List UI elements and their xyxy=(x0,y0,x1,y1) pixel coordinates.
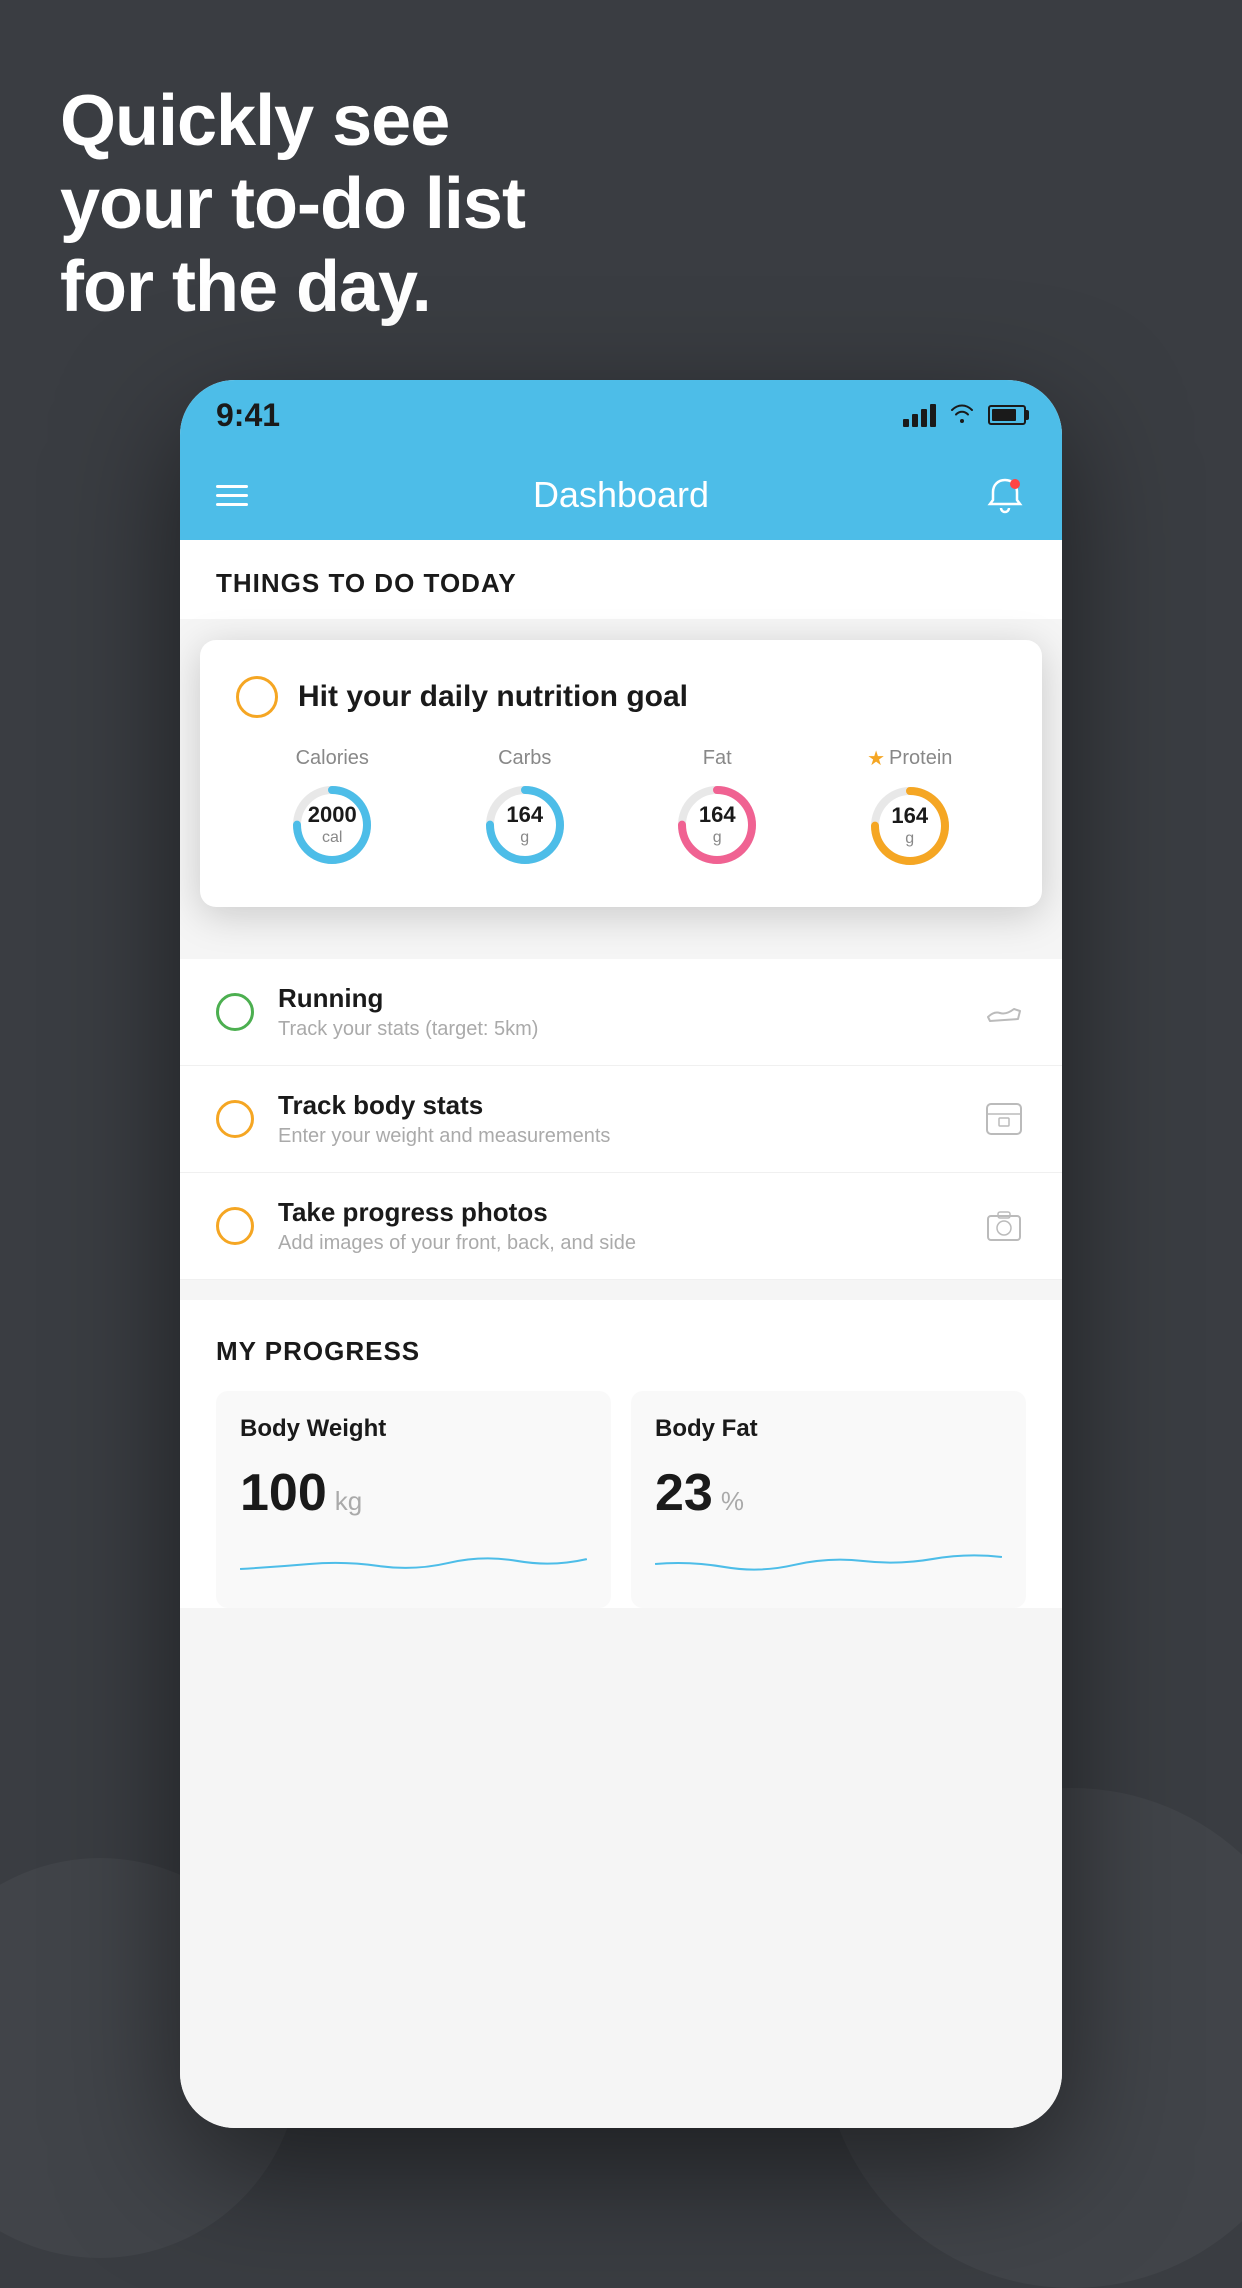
hamburger-icon[interactable] xyxy=(216,485,248,506)
progress-bodyfat-value: 23 xyxy=(655,1463,713,1523)
header-title: Dashboard xyxy=(533,474,709,516)
progress-section: MY PROGRESS Body Weight 100 kg Body Fat xyxy=(180,1300,1062,1608)
progress-card-bodyfat-title: Body Fat xyxy=(655,1415,1002,1443)
progress-weight-unit: kg xyxy=(335,1486,362,1517)
status-bar: 9:41 xyxy=(180,380,1062,450)
status-icons xyxy=(903,400,1026,431)
star-icon: ★ xyxy=(867,746,885,771)
progress-weight-value: 100 xyxy=(240,1463,327,1523)
todo-main-running: Running xyxy=(278,983,958,1014)
scale-icon xyxy=(982,1097,1026,1141)
todo-sub-running: Track your stats (target: 5km) xyxy=(278,1018,958,1041)
status-time: 9:41 xyxy=(216,397,280,434)
headline: Quickly see your to-do list for the day. xyxy=(60,80,1182,328)
progress-bodyfat-value-row: 23 % xyxy=(655,1463,1002,1523)
todo-check-running[interactable] xyxy=(216,993,254,1031)
todo-text-body-stats: Track body stats Enter your weight and m… xyxy=(278,1090,958,1148)
todo-main-photos: Take progress photos xyxy=(278,1197,958,1228)
ring-calories: Calories 2000 cal xyxy=(287,747,377,870)
progress-card-weight[interactable]: Body Weight 100 kg xyxy=(216,1391,611,1608)
ring-carbs-chart: 164 g xyxy=(480,780,570,870)
ring-calories-chart: 2000 cal xyxy=(287,780,377,870)
ring-carbs: Carbs 164 g xyxy=(480,747,570,870)
ring-protein: ★ Protein 164 g xyxy=(865,746,955,871)
protein-label-row: ★ Protein xyxy=(867,746,952,771)
todo-section-title: THINGS TO DO TODAY xyxy=(216,568,1026,599)
todo-sub-photos: Add images of your front, back, and side xyxy=(278,1232,958,1255)
ring-carbs-label: Carbs xyxy=(498,747,551,770)
todo-list: Running Track your stats (target: 5km) T… xyxy=(180,959,1062,1280)
todo-text-photos: Take progress photos Add images of your … xyxy=(278,1197,958,1255)
progress-weight-value-row: 100 kg xyxy=(240,1463,587,1523)
ring-fat-label: Fat xyxy=(703,747,732,770)
todo-item-body-stats[interactable]: Track body stats Enter your weight and m… xyxy=(180,1066,1062,1173)
progress-card-bodyfat[interactable]: Body Fat 23 % xyxy=(631,1391,1026,1608)
todo-main-body-stats: Track body stats xyxy=(278,1090,958,1121)
todo-text-running: Running Track your stats (target: 5km) xyxy=(278,983,958,1041)
nutrition-checkbox[interactable] xyxy=(236,676,278,718)
nutrition-rings: Calories 2000 cal Carbs xyxy=(236,746,1006,871)
todo-item-running[interactable]: Running Track your stats (target: 5km) xyxy=(180,959,1062,1066)
nutrition-card-title: Hit your daily nutrition goal xyxy=(298,680,688,714)
progress-section-title: MY PROGRESS xyxy=(216,1336,1026,1367)
progress-card-weight-title: Body Weight xyxy=(240,1415,587,1443)
headline-line1: Quickly see xyxy=(60,81,449,161)
todo-check-body-stats[interactable] xyxy=(216,1100,254,1138)
section-header: THINGS TO DO TODAY xyxy=(180,540,1062,619)
todo-sub-body-stats: Enter your weight and measurements xyxy=(278,1125,958,1148)
todo-check-photos[interactable] xyxy=(216,1207,254,1245)
ring-protein-label: Protein xyxy=(889,747,952,770)
nutrition-card-header: Hit your daily nutrition goal xyxy=(236,676,1006,718)
battery-icon xyxy=(988,405,1026,425)
nutrition-card[interactable]: Hit your daily nutrition goal Calories 2… xyxy=(200,640,1042,907)
ring-fat: Fat 164 g xyxy=(672,747,762,870)
bell-icon[interactable] xyxy=(984,474,1026,516)
ring-protein-chart: 164 g xyxy=(865,781,955,871)
progress-bodyfat-unit: % xyxy=(721,1486,744,1517)
progress-cards: Body Weight 100 kg Body Fat 23 % xyxy=(216,1391,1026,1608)
phone-mockup: 9:41 xyxy=(180,380,1062,2128)
signal-icon xyxy=(903,403,936,427)
wifi-icon xyxy=(948,400,976,431)
shoe-icon xyxy=(982,990,1026,1034)
bodyfat-sparkline xyxy=(655,1539,1002,1579)
todo-item-photos[interactable]: Take progress photos Add images of your … xyxy=(180,1173,1062,1280)
ring-fat-chart: 164 g xyxy=(672,780,762,870)
weight-sparkline xyxy=(240,1539,587,1579)
phone-content: THINGS TO DO TODAY Hit your daily nutrit… xyxy=(180,540,1062,2128)
app-header: Dashboard xyxy=(180,450,1062,540)
headline-line3: for the day. xyxy=(60,247,431,327)
headline-line2: your to-do list xyxy=(60,164,525,244)
ring-calories-label: Calories xyxy=(296,747,369,770)
photo-icon xyxy=(982,1204,1026,1248)
